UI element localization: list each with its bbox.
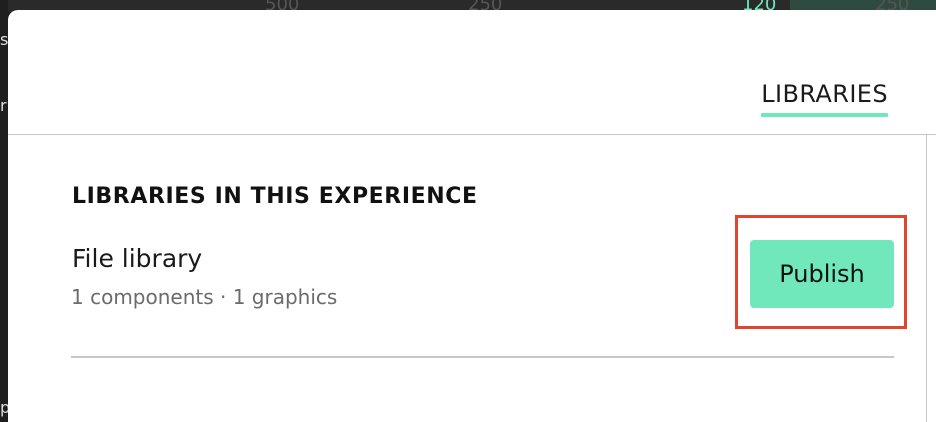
- divider: [71, 356, 894, 358]
- libraries-modal: LIBRARIES LIBRARIES IN THIS EXPERIENCE F…: [8, 10, 936, 422]
- active-tab-indicator: [761, 113, 888, 117]
- scroll-edge: [926, 134, 927, 422]
- publish-button[interactable]: Publish: [750, 240, 894, 308]
- section-heading: LIBRARIES IN THIS EXPERIENCE: [72, 184, 478, 209]
- tab-libraries[interactable]: LIBRARIES: [761, 80, 888, 117]
- tab-bar: LIBRARIES: [8, 10, 936, 135]
- tab-libraries-label: LIBRARIES: [761, 80, 888, 108]
- library-name: File library: [72, 244, 203, 273]
- libraries-panel: LIBRARIES IN THIS EXPERIENCE File librar…: [8, 134, 926, 422]
- background-left-edge: s r p: [0, 0, 10, 422]
- bg-left-char: r: [0, 96, 7, 115]
- library-meta: 1 components · 1 graphics: [71, 285, 338, 309]
